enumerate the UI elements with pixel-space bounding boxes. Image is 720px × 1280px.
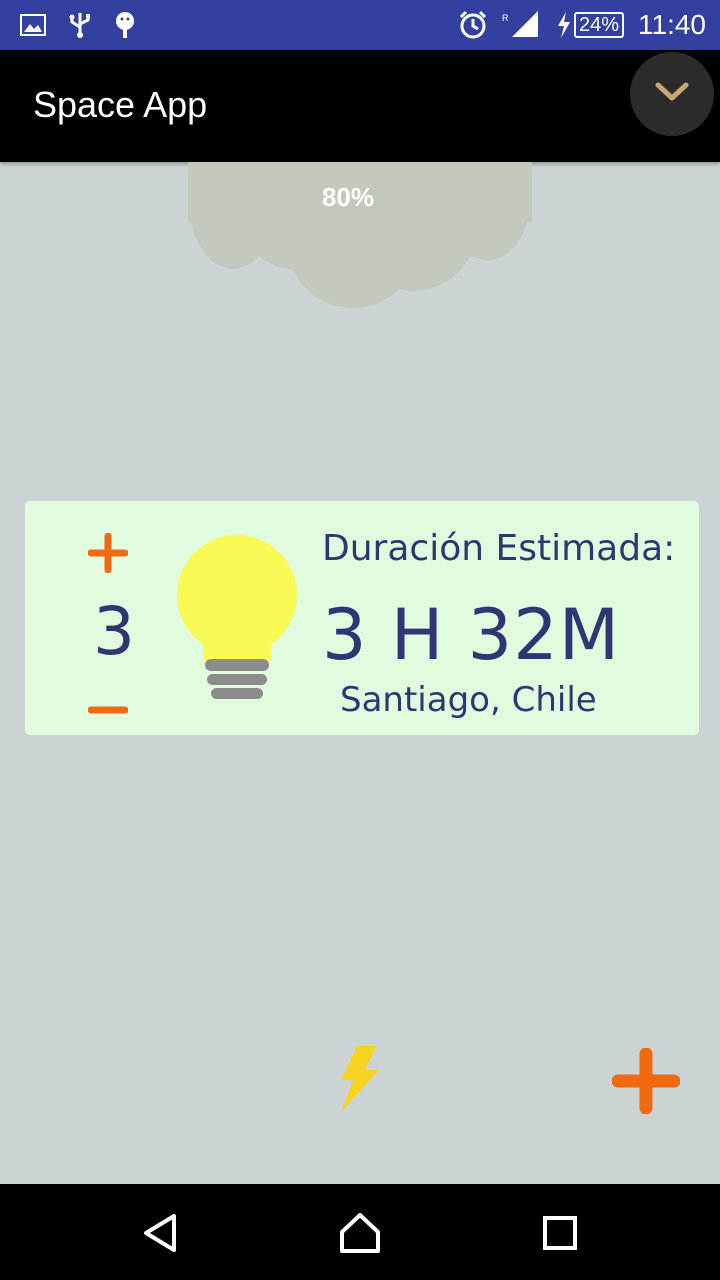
duration-value: 3 H 32M <box>322 594 621 676</box>
back-button[interactable] <box>125 1198 195 1268</box>
decrease-button[interactable] <box>87 702 129 716</box>
chevron-down-icon <box>655 82 689 106</box>
svg-text:R: R <box>502 13 509 23</box>
usb-icon <box>68 11 92 39</box>
battery-indicator: 24% <box>556 12 624 38</box>
navigation-bar <box>0 1184 720 1280</box>
home-icon <box>340 1213 380 1253</box>
increase-button[interactable] <box>87 532 129 574</box>
charging-icon <box>556 12 572 38</box>
battery-percent: 24% <box>573 12 624 38</box>
lightning-bolt-icon[interactable] <box>335 1044 383 1114</box>
expand-menu-button[interactable] <box>630 52 714 136</box>
lightbulb-icon <box>175 535 299 703</box>
minus-icon <box>87 706 129 714</box>
recents-button[interactable] <box>525 1198 595 1268</box>
plus-icon <box>611 1047 681 1115</box>
clock: 11:40 <box>638 9 706 40</box>
recents-square-icon <box>543 1216 577 1250</box>
status-bar: R 24% 11:40 <box>0 0 720 50</box>
plus-icon <box>87 532 129 574</box>
cloud-percent: 80% <box>321 182 375 212</box>
location-label: Santiago, Chile <box>340 680 597 720</box>
signal-icon: R <box>502 11 542 39</box>
home-button[interactable] <box>325 1198 395 1268</box>
alarm-icon <box>458 10 488 40</box>
bulb-count: 3 <box>93 593 135 670</box>
app-title: Space App <box>33 84 208 125</box>
android-debug-icon <box>114 11 136 39</box>
duration-label: Duración Estimada: <box>322 528 676 569</box>
gallery-icon <box>20 14 46 36</box>
add-button[interactable] <box>611 1047 681 1115</box>
cloud-coverage-widget: 80% <box>188 124 532 308</box>
app-bar: Space App <box>0 50 720 162</box>
back-triangle-icon <box>144 1214 176 1252</box>
